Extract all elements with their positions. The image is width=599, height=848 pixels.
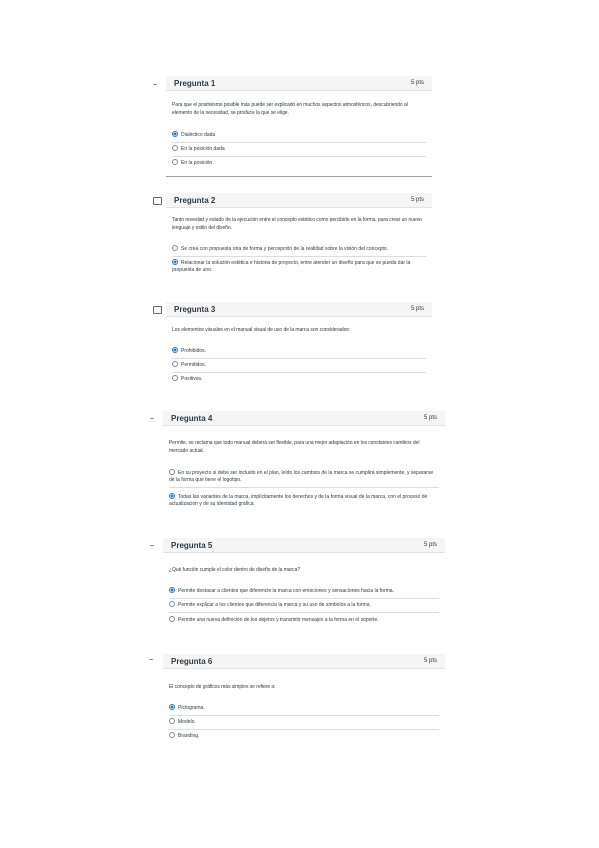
flag-question-icon[interactable]	[150, 418, 154, 420]
answer-option[interactable]: Branding.	[169, 732, 439, 743]
radio-icon[interactable]	[172, 245, 178, 251]
question-points: 5 pts	[410, 306, 424, 312]
question-points: 5 pts	[423, 658, 437, 664]
question-text: Tanto novedad y estado de la ejecución e…	[172, 217, 422, 231]
radio-icon[interactable]	[169, 469, 175, 475]
question-text: Permite, se reclama que todo manual debe…	[169, 440, 420, 454]
radio-selected-icon[interactable]	[169, 493, 175, 499]
radio-icon[interactable]	[169, 601, 175, 607]
answer-option[interactable]: Modelo.	[169, 718, 439, 730]
radio-selected-icon[interactable]	[172, 347, 178, 353]
radio-icon[interactable]	[169, 616, 175, 622]
question-title: Pregunta 6	[171, 656, 213, 666]
answer-option[interactable]: Relacionar la solución estética e histor…	[172, 259, 426, 277]
question-points: 5 pts	[410, 80, 424, 86]
question-text: El concepto de gráficos más simples se r…	[169, 684, 276, 690]
question-header: Pregunta 4 5 pts	[163, 411, 445, 426]
flag-question-icon[interactable]	[150, 545, 154, 547]
flag-question-icon[interactable]	[153, 84, 157, 86]
question-title: Pregunta 5	[171, 540, 213, 550]
flag-question-icon[interactable]	[149, 659, 153, 661]
answer-option[interactable]: Se crea con propuesta otra de forma y pe…	[172, 245, 426, 257]
answer-option[interactable]: Permite destacar a clientes que diferenc…	[169, 587, 439, 599]
question-text: Los elementos visuales en el manual visu…	[172, 327, 351, 333]
answer-option[interactable]: Todas las variantes de la marca, implíci…	[169, 493, 439, 511]
radio-icon[interactable]	[169, 732, 175, 738]
radio-icon[interactable]	[169, 718, 175, 724]
radio-selected-icon[interactable]	[169, 587, 175, 593]
question-header: Pregunta 6 5 pts	[163, 654, 445, 669]
radio-icon[interactable]	[172, 375, 178, 381]
radio-icon[interactable]	[172, 361, 178, 367]
question-header: Pregunta 5 5 pts	[163, 538, 445, 553]
answer-option[interactable]: Pictograma.	[169, 704, 439, 716]
question-points: 5 pts	[423, 415, 437, 421]
question-points: 5 pts	[423, 542, 437, 548]
answer-option[interactable]: En la posición dada	[172, 145, 426, 157]
radio-selected-icon[interactable]	[172, 259, 178, 265]
radio-icon[interactable]	[172, 145, 178, 151]
answer-option[interactable]: Positivos.	[172, 375, 426, 386]
question-header: Pregunta 3 5 pts	[166, 302, 432, 317]
question-header: Pregunta 2 5 pts	[166, 193, 432, 208]
flag-question-icon[interactable]	[153, 197, 162, 205]
answer-option[interactable]: En su proyecto si debe ser incluido en e…	[169, 469, 439, 488]
question-title: Pregunta 2	[174, 195, 216, 205]
question-text: ¿Qué función cumple el color dentro de d…	[169, 567, 301, 573]
radio-selected-icon[interactable]	[172, 131, 178, 137]
question-title: Pregunta 1	[174, 78, 216, 88]
answer-option[interactable]: Permite una nueva definición de los obje…	[169, 616, 439, 627]
question-title: Pregunta 4	[171, 413, 213, 423]
question-title: Pregunta 3	[174, 304, 216, 314]
flag-question-icon[interactable]	[153, 306, 162, 314]
radio-selected-icon[interactable]	[169, 704, 175, 710]
divider	[166, 176, 432, 177]
answer-option[interactable]: Dialéctico dada	[172, 131, 426, 143]
question-header: Pregunta 1 5 pts	[166, 76, 432, 91]
answer-option[interactable]: En la posición	[172, 159, 426, 170]
radio-icon[interactable]	[172, 159, 178, 165]
answer-option[interactable]: Prohibidos.	[172, 347, 426, 359]
answer-option[interactable]: Permite explicar a los clientes que dife…	[169, 601, 439, 613]
question-points: 5 pts	[410, 197, 424, 203]
question-text: Para que el positivismo posible más pued…	[172, 102, 408, 116]
answer-option[interactable]: Permitidos.	[172, 361, 426, 373]
